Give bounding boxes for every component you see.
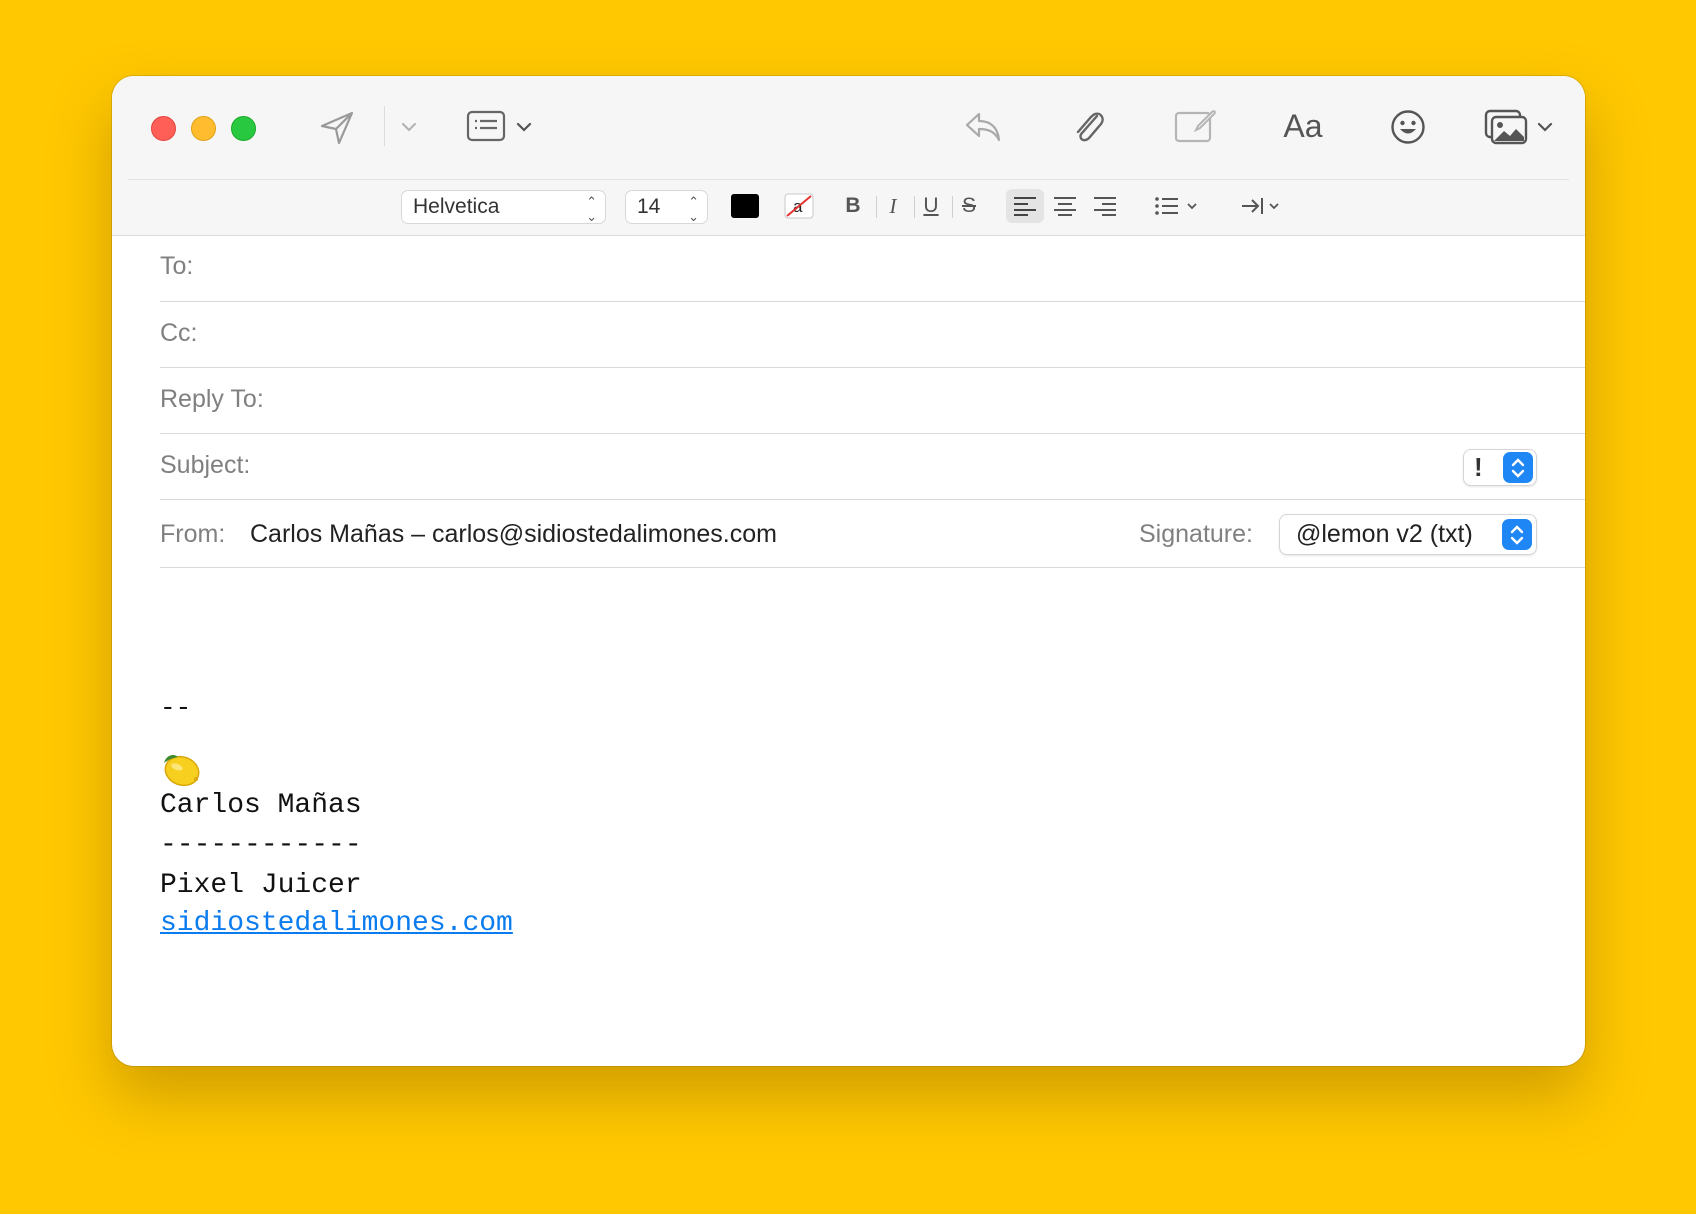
to-label: To: (160, 252, 194, 280)
align-center-button[interactable] (1046, 189, 1084, 223)
text-color-button[interactable] (730, 189, 760, 223)
text-color-swatch (731, 194, 759, 218)
align-left-icon (1014, 197, 1036, 216)
toolbar-divider (384, 106, 385, 146)
reply-icon[interactable] (963, 108, 1003, 146)
no-highlight-icon: a (784, 193, 814, 219)
signature-website-link[interactable]: sidiostedalimones.com (160, 908, 513, 939)
align-right-icon (1094, 197, 1116, 216)
highlight-color-button[interactable]: a (784, 189, 814, 223)
reply-to-field-row[interactable]: Reply To: (160, 368, 1585, 434)
align-center-icon (1054, 197, 1076, 216)
font-family-select[interactable]: Helvetica ⌃ ⌄ (401, 190, 606, 224)
stepper-arrows-icon (1503, 452, 1533, 483)
minimize-window-button[interactable] (191, 116, 216, 141)
stepper-arrows-icon (1502, 519, 1532, 550)
emoji-icon[interactable] (1389, 108, 1427, 146)
signature-value: @lemon v2 (txt) (1296, 520, 1473, 548)
signature-label: Signature: (1139, 520, 1253, 548)
attachment-icon[interactable] (1070, 106, 1106, 146)
bold-button[interactable]: B (839, 189, 867, 223)
markup-icon[interactable] (1174, 108, 1216, 144)
list-button[interactable] (1153, 189, 1205, 223)
cc-label: Cc: (160, 319, 198, 347)
signature-separator: -- (160, 693, 192, 723)
message-body[interactable]: -- Carlos Mañas ------------ Pixel Juice… (112, 569, 1585, 1066)
signature-title: Pixel Juicer (160, 870, 362, 901)
underline-button[interactable]: U (917, 189, 945, 223)
priority-value: ! (1474, 452, 1483, 482)
subject-label: Subject: (160, 451, 251, 479)
toolbar-divider (128, 179, 1569, 180)
signature-select[interactable]: @lemon v2 (txt) (1279, 514, 1537, 555)
priority-select[interactable]: ! (1463, 449, 1537, 486)
font-family-value: Helvetica (413, 195, 500, 218)
zoom-window-button[interactable] (231, 116, 256, 141)
indent-button[interactable] (1239, 189, 1287, 223)
format-button[interactable]: Aa (1279, 106, 1327, 146)
format-divider (914, 196, 915, 218)
stepper-arrows-icon: ⌃ ⌄ (688, 194, 699, 224)
send-icon[interactable] (317, 108, 357, 148)
format-divider (876, 196, 877, 218)
send-later-chevron-icon[interactable] (400, 118, 418, 136)
stepper-arrows-icon: ⌃ ⌄ (586, 194, 597, 224)
indent-icon (1242, 198, 1279, 214)
cc-field-row[interactable]: Cc: (160, 302, 1585, 368)
font-size-value: 14 (637, 195, 661, 218)
mail-compose-window: Aa Helvetica ⌃⌄ 14 ⌃⌄ a B I (112, 76, 1585, 1066)
format-divider (952, 196, 953, 218)
font-size-select[interactable]: 14 ⌃ ⌄ (625, 190, 708, 224)
photo-browser-chevron-icon[interactable] (1536, 118, 1554, 136)
align-right-button[interactable] (1086, 189, 1124, 223)
from-field-row: From: Carlos Mañas – carlos@sidiostedali… (160, 500, 1585, 568)
signature-name: Carlos Mañas (160, 790, 362, 821)
subject-field-row[interactable]: Subject: ! (160, 434, 1585, 500)
header-fields-icon[interactable] (466, 108, 506, 144)
align-left-button[interactable] (1006, 189, 1044, 223)
from-label: From: (160, 520, 226, 548)
italic-button[interactable]: I (879, 189, 907, 223)
signature-underline: ------------ (160, 830, 362, 861)
lemon-icon (160, 749, 202, 794)
from-value[interactable]: Carlos Mañas – carlos@sidiostedalimones.… (250, 520, 777, 549)
reply-to-label: Reply To: (160, 385, 264, 413)
header-fields-chevron-icon[interactable] (515, 118, 533, 136)
close-window-button[interactable] (151, 116, 176, 141)
toolbar: Aa Helvetica ⌃⌄ 14 ⌃⌄ a B I (112, 76, 1585, 236)
strikethrough-button[interactable]: S (955, 189, 983, 223)
to-field-row[interactable]: To: (160, 236, 1585, 302)
photo-browser-icon[interactable] (1483, 108, 1529, 146)
bulleted-list-icon (1155, 197, 1197, 215)
